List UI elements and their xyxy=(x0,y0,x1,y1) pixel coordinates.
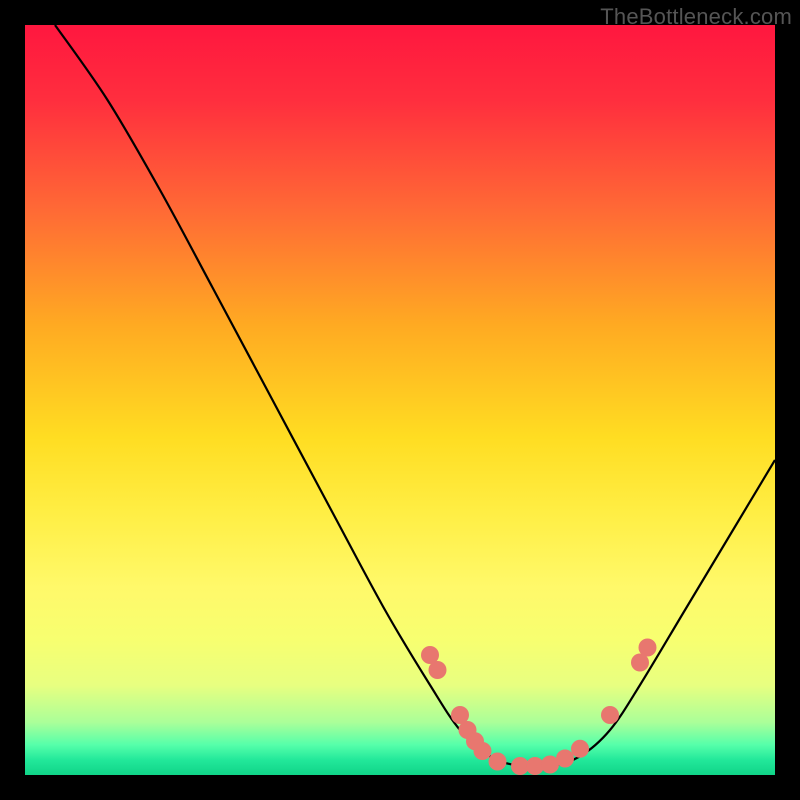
data-point xyxy=(571,740,589,758)
data-point xyxy=(429,661,447,679)
curve-layer xyxy=(25,25,775,775)
data-point xyxy=(489,753,507,771)
chart-container: TheBottleneck.com xyxy=(0,0,800,800)
data-point xyxy=(639,639,657,657)
data-point xyxy=(556,750,574,768)
data-point xyxy=(601,706,619,724)
bottleneck-curve xyxy=(55,25,775,767)
measured-points xyxy=(421,639,657,776)
data-point xyxy=(474,742,492,760)
plot-area xyxy=(25,25,775,775)
